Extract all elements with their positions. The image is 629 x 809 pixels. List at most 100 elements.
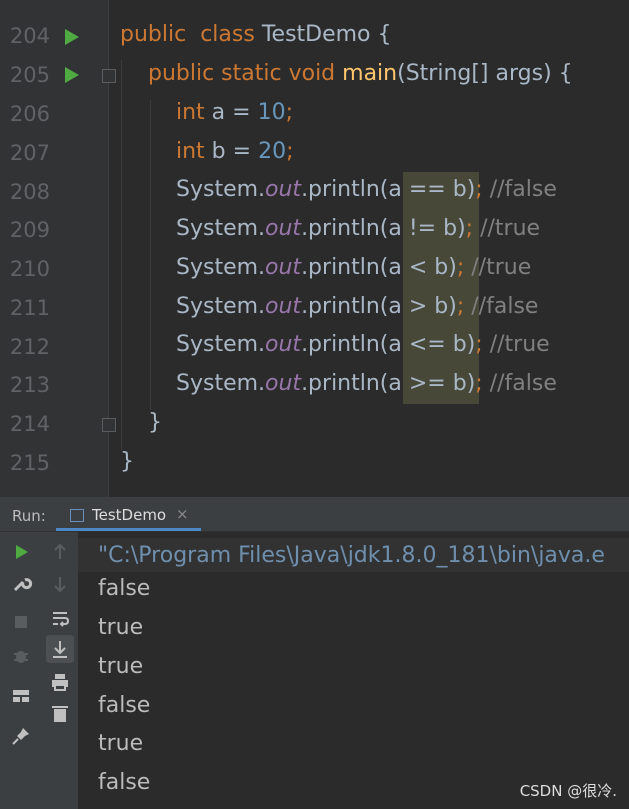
line-number: 209	[9, 218, 50, 242]
code-line-205: public static void main(String[] args) {	[148, 61, 573, 86]
code-text: )	[448, 294, 457, 319]
fold-marker-icon[interactable]	[102, 418, 116, 432]
code-text: System.	[176, 216, 266, 241]
line-number: 204	[9, 24, 50, 48]
code-expression: a >= b	[388, 371, 467, 396]
code-comment: //false	[464, 294, 539, 319]
output-line: false	[98, 576, 151, 601]
code-line-207: int b = 20;	[176, 139, 294, 164]
indent-guide	[150, 100, 151, 410]
code-keyword: class	[200, 22, 255, 47]
output-line: false	[98, 693, 151, 718]
wrench-icon[interactable]	[7, 570, 35, 598]
code-expression: a <= b	[388, 332, 467, 357]
code-text: .println(	[301, 371, 389, 396]
line-number: 207	[9, 141, 50, 165]
code-line-214: }	[148, 410, 162, 435]
run-toolbar-left	[0, 532, 42, 809]
line-number: 213	[9, 373, 50, 397]
line-number: 205	[9, 63, 50, 87]
code-number: 10	[257, 100, 286, 125]
code-keyword: public	[120, 22, 187, 47]
code-line-208: System.out.println(a == b); //false	[176, 177, 557, 202]
code-keyword: int	[176, 100, 205, 125]
code-line-213: System.out.println(a >= b); //false	[176, 371, 557, 396]
stop-icon[interactable]	[7, 608, 35, 636]
fold-marker-icon[interactable]	[102, 69, 116, 83]
matching-brace-highlight	[403, 172, 479, 404]
line-number: 210	[9, 257, 50, 281]
close-icon[interactable]: ×	[176, 505, 189, 523]
code-text: )	[466, 332, 476, 357]
indent-guide	[121, 60, 122, 450]
up-arrow-icon[interactable]	[46, 538, 74, 566]
line-number: 206	[9, 102, 50, 126]
line-number: 211	[9, 296, 50, 320]
code-semicolon: ;	[475, 177, 483, 202]
command-line: "C:\Program Files\Java\jdk1.8.0_181\bin\…	[78, 538, 629, 572]
code-comment: //false	[482, 371, 557, 396]
code-text: System.	[176, 255, 266, 280]
tab-testdemo[interactable]: TestDemo ×	[56, 500, 201, 531]
pin-icon[interactable]	[7, 722, 35, 750]
code-semicolon: ;	[465, 216, 474, 241]
code-line-204: public class TestDemo {	[120, 22, 392, 47]
down-arrow-icon[interactable]	[46, 570, 74, 598]
run-toolbar-right	[42, 532, 79, 809]
code-line-211: System.out.println(a > b); //false	[176, 294, 538, 319]
output-line: true	[98, 615, 144, 640]
tab-label: TestDemo	[92, 506, 167, 524]
scroll-to-end-icon[interactable]	[46, 635, 74, 663]
code-text: .println(	[301, 177, 389, 202]
code-semicolon: ;	[286, 139, 294, 164]
trash-icon[interactable]	[46, 700, 74, 728]
code-text: )	[448, 255, 457, 280]
print-icon[interactable]	[46, 668, 74, 696]
code-comment: //true	[473, 216, 541, 241]
code-text: System.	[176, 294, 266, 319]
code-text: (String[] args) {	[397, 61, 573, 86]
code-line-209: System.out.println(a != b); //true	[176, 216, 540, 241]
code-editor[interactable]: 204 205 206 207 208 209 210 211 212 213 …	[0, 0, 629, 497]
code-brace: {	[377, 22, 392, 47]
code-comment: //false	[482, 177, 557, 202]
code-text: .println(	[301, 255, 389, 280]
code-text: .println(	[301, 294, 389, 319]
code-keyword: int	[176, 139, 205, 164]
code-keyword: public static void	[148, 61, 336, 86]
run-icon[interactable]	[7, 538, 35, 566]
run-label: Run:	[12, 507, 46, 525]
code-text: )	[466, 371, 476, 396]
code-field: out	[265, 216, 302, 241]
code-field: out	[265, 177, 302, 202]
code-comment: //true	[464, 255, 532, 280]
console-tab-icon	[70, 509, 84, 522]
output-line: true	[98, 654, 144, 679]
code-field: out	[265, 255, 302, 280]
output-line: false	[98, 770, 151, 795]
code-comment: //true	[482, 332, 550, 357]
code-expression: a != b	[388, 216, 458, 241]
code-semicolon: ;	[475, 332, 483, 357]
line-number: 212	[9, 335, 50, 359]
code-expression: a > b	[388, 294, 449, 319]
code-text: )	[466, 177, 476, 202]
code-text: a =	[204, 100, 258, 125]
active-tab-underline	[56, 528, 201, 531]
command-text: "C:\Program Files\Java\jdk1.8.0_181\bin\…	[98, 543, 605, 568]
code-text: )	[457, 216, 466, 241]
code-line-210: System.out.println(a < b); //true	[176, 255, 531, 280]
output-line: true	[98, 731, 144, 756]
code-number: 20	[258, 139, 287, 164]
soft-wrap-icon[interactable]	[46, 604, 74, 632]
layout-icon[interactable]	[7, 682, 35, 710]
code-text: .println(	[301, 332, 389, 357]
console-output[interactable]: "C:\Program Files\Java\jdk1.8.0_181\bin\…	[78, 532, 629, 809]
run-gutter-icon[interactable]	[65, 67, 79, 83]
debug-bug-icon[interactable]	[7, 642, 35, 670]
code-field: out	[265, 332, 302, 357]
run-gutter-icon[interactable]	[65, 29, 79, 45]
code-line-206: int a = 10;	[176, 100, 293, 125]
code-method-name: main	[342, 61, 398, 86]
line-number: 214	[9, 412, 50, 436]
